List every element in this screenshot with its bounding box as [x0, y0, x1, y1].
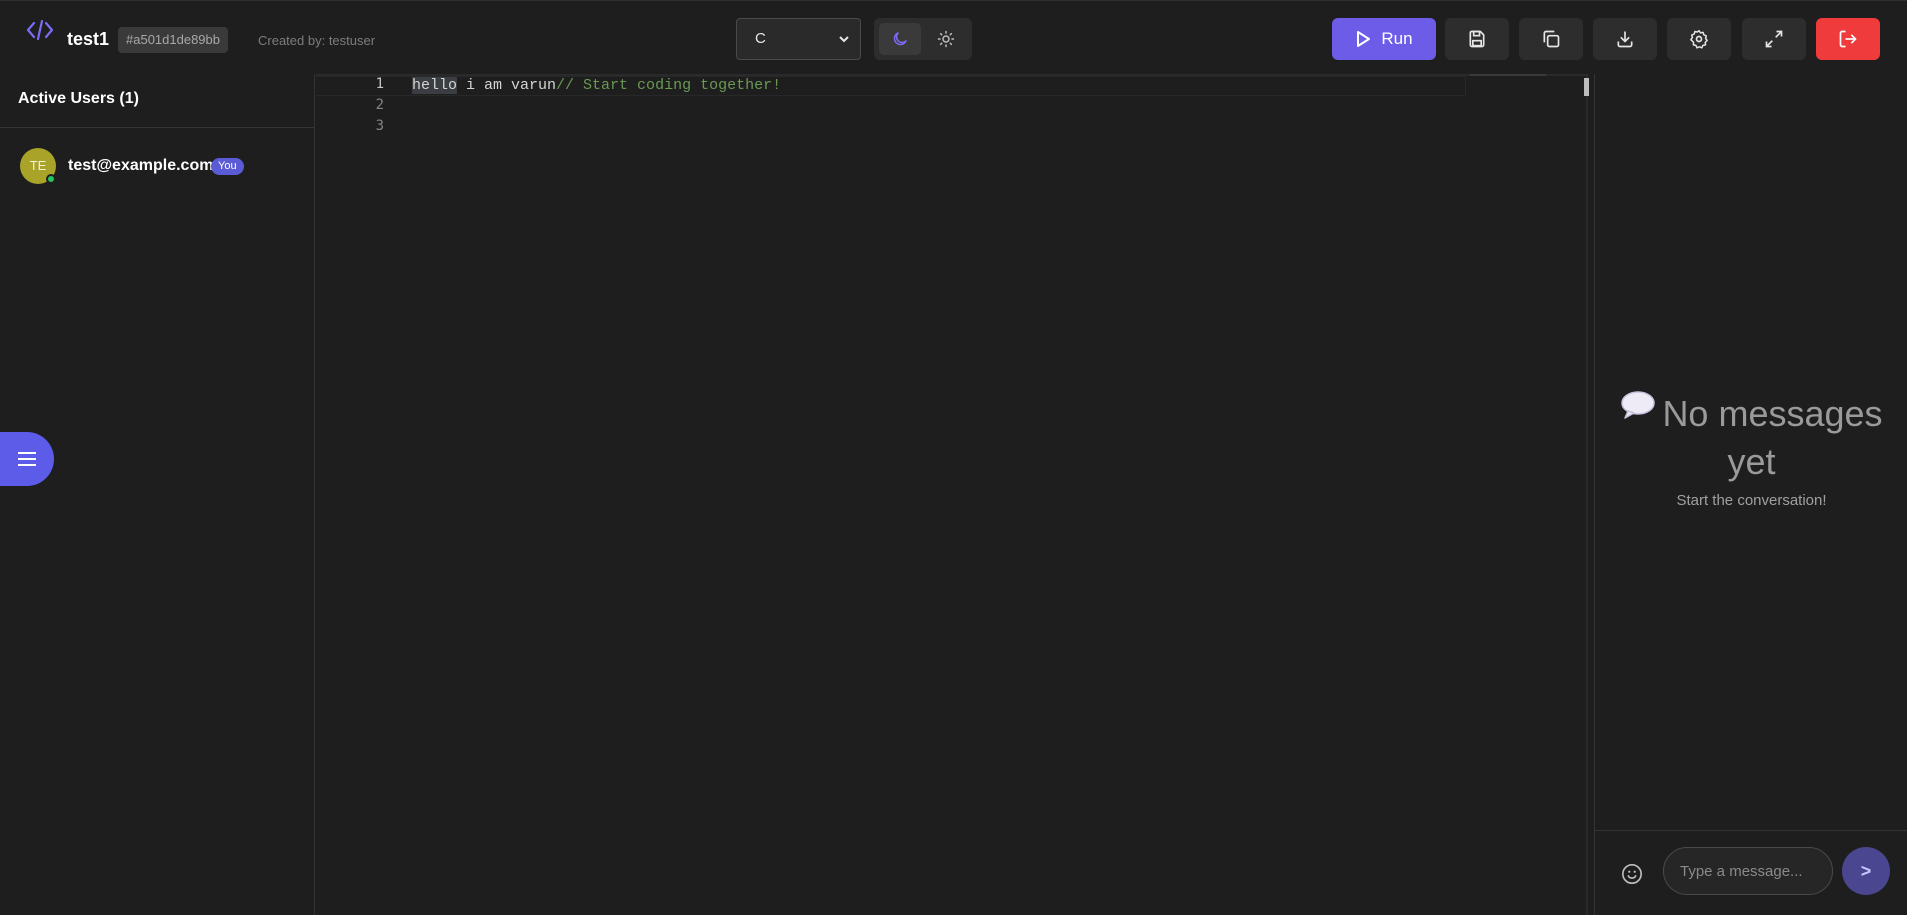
- chat-composer: >: [1595, 830, 1907, 915]
- room-id-badge[interactable]: #a501d1de89bb: [118, 27, 228, 53]
- line-number: 2: [375, 97, 384, 113]
- fullscreen-button[interactable]: [1742, 18, 1806, 60]
- line-number: 3: [375, 118, 384, 134]
- language-select[interactable]: C: [736, 18, 861, 60]
- settings-button[interactable]: [1667, 18, 1731, 60]
- active-users-title: Active Users (1): [18, 90, 139, 107]
- light-theme-button[interactable]: [925, 23, 967, 55]
- chat-bubble-icon: [1621, 391, 1656, 419]
- sun-icon: [937, 30, 955, 48]
- download-button[interactable]: [1593, 18, 1657, 60]
- chat-empty-state: No messages yet Start the conversation!: [1595, 390, 1907, 509]
- chat-empty-title-text: No messages yet: [1662, 393, 1883, 482]
- dark-theme-button[interactable]: [879, 23, 921, 55]
- theme-toggle: [874, 18, 972, 60]
- menu-icon: [18, 452, 36, 466]
- copy-icon: [1543, 30, 1560, 48]
- chat-panel: No messages yet Start the conversation! …: [1594, 74, 1907, 915]
- expand-icon: [1765, 30, 1783, 48]
- line-number: 1: [375, 76, 384, 92]
- you-badge: You: [211, 158, 244, 175]
- chat-empty-title: No messages yet: [1595, 390, 1907, 486]
- app-root: test1 #a501d1de89bb Created by: testuser…: [0, 0, 1907, 915]
- save-button[interactable]: [1445, 18, 1509, 60]
- logout-icon: [1839, 30, 1857, 48]
- save-icon: [1469, 30, 1485, 48]
- gear-icon: [1690, 29, 1708, 49]
- sidebar-divider: [0, 127, 315, 128]
- code-editor[interactable]: 1 2 3 hello i am varun// Start coding to…: [316, 74, 1589, 915]
- leave-room-button[interactable]: [1816, 18, 1880, 60]
- editor-scrollbar-track[interactable]: [1586, 74, 1588, 915]
- play-icon: [1357, 31, 1371, 47]
- created-by-label: Created by: testuser: [258, 33, 376, 48]
- send-message-button[interactable]: >: [1842, 847, 1890, 895]
- code-icon: [26, 19, 54, 41]
- download-icon: [1617, 31, 1633, 48]
- run-button-label: Run: [1381, 29, 1413, 48]
- chat-empty-subtitle: Start the conversation!: [1676, 492, 1827, 509]
- top-toolbar: test1 #a501d1de89bb Created by: testuser…: [0, 0, 1907, 74]
- user-list-item: TE test@example.com You: [20, 148, 310, 188]
- copy-button[interactable]: [1519, 18, 1583, 60]
- chat-message-input[interactable]: [1663, 847, 1833, 895]
- code-line-1[interactable]: hello i am varun// Start coding together…: [412, 75, 781, 97]
- minimap[interactable]: [1470, 74, 1546, 76]
- room-name: test1: [67, 29, 110, 49]
- code-text: i am varun: [457, 77, 557, 94]
- user-email: test@example.com: [68, 157, 214, 174]
- chevron-down-icon: [839, 36, 849, 43]
- language-selected-value: C: [755, 30, 766, 47]
- online-status-dot: [46, 174, 56, 184]
- code-comment: // Start coding together!: [556, 77, 782, 94]
- sidebar-toggle-button[interactable]: [0, 432, 54, 486]
- code-word-highlight: hello: [412, 77, 458, 94]
- run-button[interactable]: Run: [1332, 18, 1436, 60]
- active-users-sidebar: Active Users (1) TE test@example.com You: [0, 74, 315, 915]
- editor-scrollbar-thumb[interactable]: [1584, 78, 1589, 96]
- smile-icon[interactable]: [1621, 863, 1643, 885]
- moon-icon: [893, 32, 907, 46]
